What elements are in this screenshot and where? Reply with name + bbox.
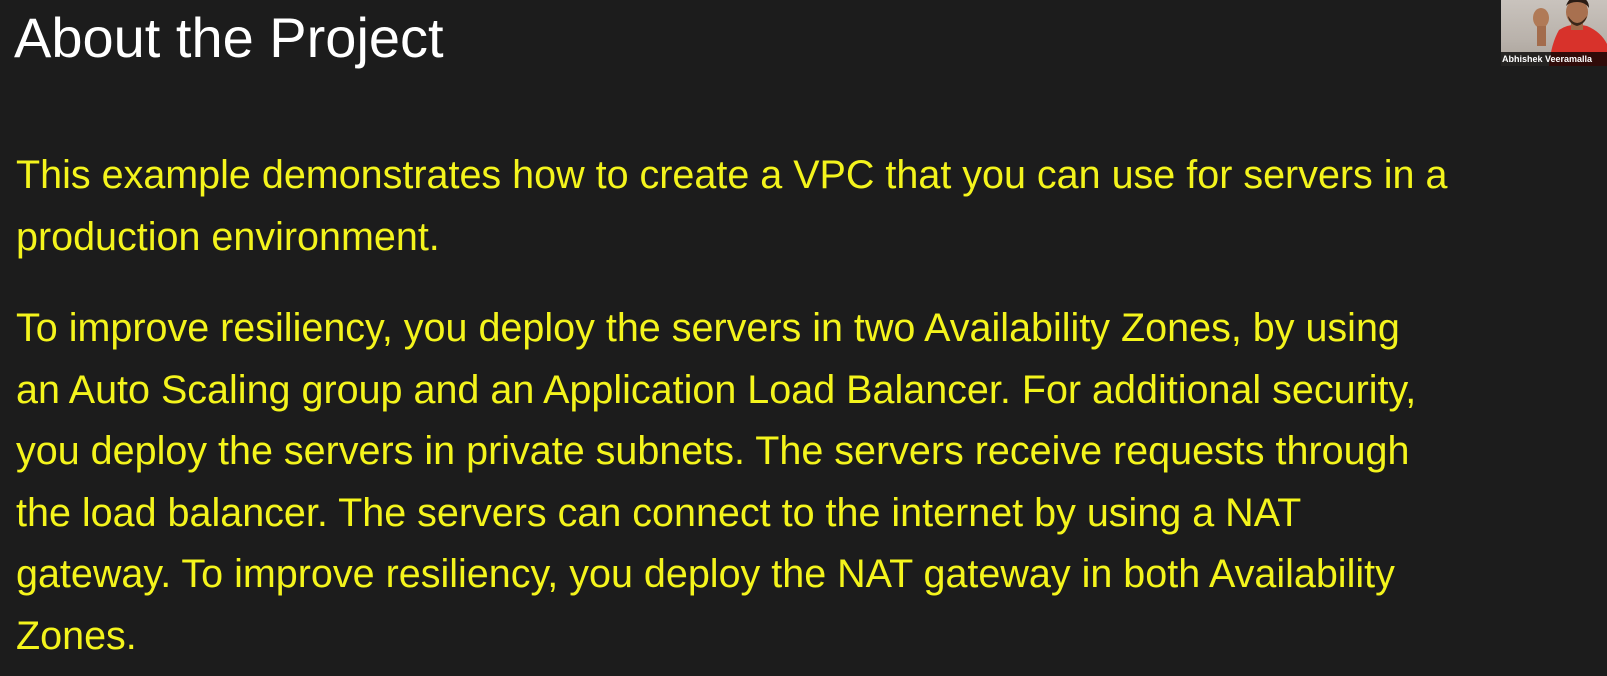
paragraph-1: This example demonstrates how to create … [16, 145, 1607, 268]
presenter-webcam-thumbnail[interactable]: Abhishek Veeramalla [1501, 0, 1607, 66]
paragraph-2-line-1: To improve resiliency, you deploy the se… [16, 306, 1400, 350]
paragraph-2: To improve resiliency, you deploy the se… [16, 298, 1607, 667]
paragraph-2-line-5: gateway. To improve resiliency, you depl… [16, 552, 1395, 596]
paragraph-1-line-2: production environment. [16, 214, 440, 259]
presentation-slide: About the Project This example demonstra… [0, 0, 1607, 676]
slide-title: About the Project [14, 6, 444, 69]
participant-name-label: Abhishek Veeramalla [1502, 54, 1593, 64]
paragraph-2-line-3: you deploy the servers in private subnet… [16, 429, 1410, 473]
slide-body: This example demonstrates how to create … [16, 145, 1607, 667]
paragraph-2-line-2: an Auto Scaling group and an Application… [16, 367, 1417, 412]
paragraph-2-line-6: Zones. [16, 613, 137, 658]
paragraph-1-line-1: This example demonstrates how to create … [16, 153, 1448, 197]
paragraph-2-line-4: the load balancer. The servers can conne… [16, 490, 1302, 535]
